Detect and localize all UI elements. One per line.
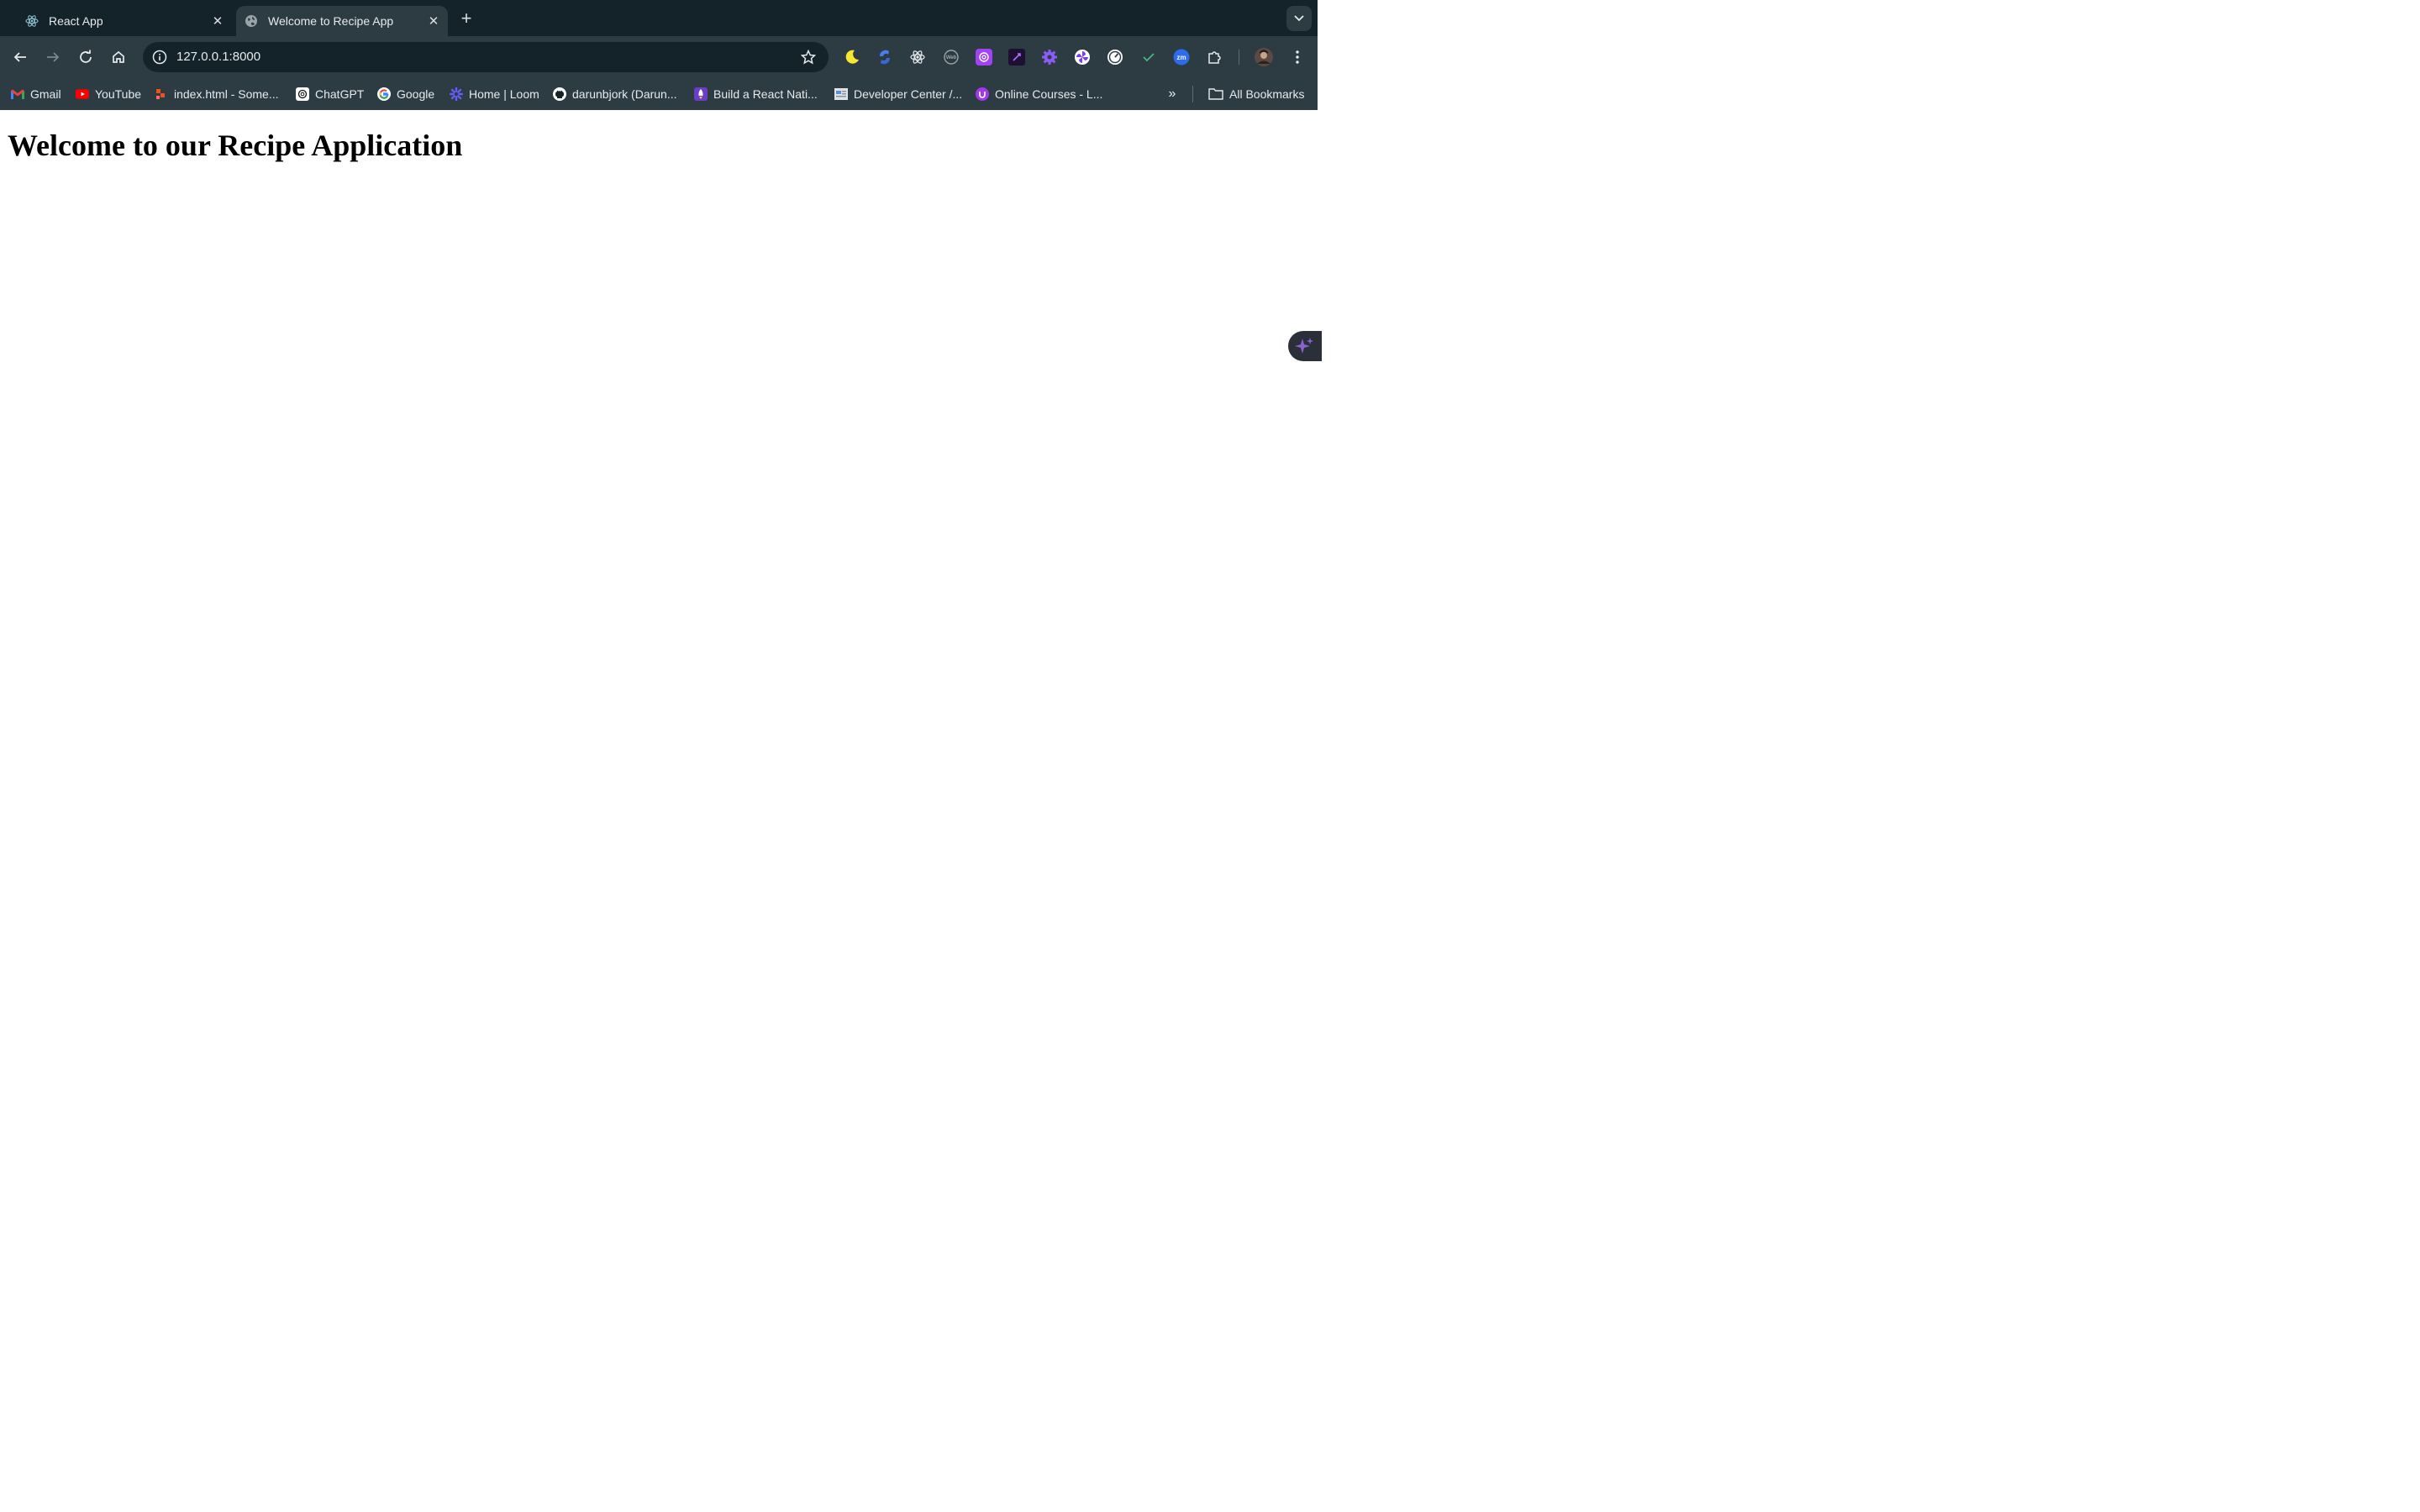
forward-button[interactable] [43, 47, 63, 67]
bookmark-star-icon[interactable] [800, 49, 817, 66]
react-icon [25, 14, 39, 28]
bookmark-label: Developer Center /... [854, 87, 963, 101]
bookmark-label: Home | Loom [469, 87, 539, 101]
browser-toolbar: 127.0.0.1:8000 Web zm [0, 36, 1318, 78]
bookmark-google[interactable]: Google [377, 86, 434, 102]
bookmark-developer-center[interactable]: Developer Center /... [834, 86, 962, 102]
dark-mode-moon-icon[interactable] [844, 49, 860, 66]
home-icon [113, 50, 124, 63]
figma-icon [155, 87, 168, 101]
developer-center-icon [834, 87, 848, 101]
bookmark-chatgpt[interactable]: ChatGPT [296, 86, 364, 102]
reload-button[interactable] [76, 47, 96, 67]
vue-check-icon[interactable] [1140, 49, 1157, 66]
bookmark-label: Google [397, 87, 435, 101]
bookmark-gmail[interactable]: Gmail [11, 86, 61, 102]
address-bar[interactable]: 127.0.0.1:8000 [143, 42, 829, 72]
browser-menu-icon[interactable] [1289, 49, 1306, 66]
bookmarks-separator [1192, 86, 1193, 102]
profile-avatar[interactable] [1255, 48, 1273, 66]
all-bookmarks-button[interactable]: All Bookmarks [1208, 86, 1304, 102]
globe-icon [245, 14, 258, 28]
bookmarks-bar: Gmail YouTube index.html - Some... ChatG… [0, 78, 1318, 110]
speedometer-icon[interactable] [1107, 49, 1123, 66]
tab-welcome-recipe[interactable]: Welcome to Recipe App ✕ [236, 6, 448, 36]
bookmark-github[interactable]: darunbjork (Darun... [553, 86, 677, 102]
tab-react-app[interactable]: React App ✕ [15, 6, 232, 36]
page-heading: Welcome to our Recipe Application [8, 129, 463, 162]
zoom-icon[interactable]: zm [1173, 49, 1190, 66]
back-button[interactable] [10, 47, 30, 67]
pinwheel-icon[interactable] [1074, 49, 1091, 66]
loom-icon [450, 87, 463, 101]
svg-text:Web: Web [946, 55, 957, 60]
bookmark-label: Gmail [30, 87, 61, 101]
new-tab-button[interactable]: + [456, 8, 476, 29]
udemy-icon [976, 87, 989, 101]
tab-title: Welcome to Recipe App [268, 14, 394, 28]
reload-icon [80, 50, 92, 63]
gmail-icon [11, 87, 24, 101]
youtube-icon [76, 87, 89, 101]
chevron-down-icon [1294, 15, 1304, 22]
bookmark-label: YouTube [95, 87, 142, 101]
bookmark-loom[interactable]: Home | Loom [450, 86, 539, 102]
tab-title: React App [49, 14, 103, 28]
chatgpt-icon [296, 87, 309, 101]
tab-search-button[interactable] [1286, 6, 1312, 31]
svg-text:zm: zm [1176, 54, 1186, 61]
ai-assistant-button[interactable] [1288, 331, 1322, 361]
bookmark-youtube[interactable]: YouTube [76, 86, 141, 102]
arrow-right-icon [47, 52, 60, 62]
bookmark-label: Online Courses - L... [995, 87, 1103, 101]
close-tab-icon[interactable]: ✕ [208, 11, 228, 31]
dark-extension-icon[interactable] [1008, 49, 1025, 66]
tab-strip: React App ✕ Welcome to Recipe App ✕ + [0, 0, 1318, 36]
rocket-icon [694, 87, 708, 101]
sparkle-icon [1295, 338, 1313, 354]
folder-icon [1208, 87, 1223, 101]
google-icon [377, 87, 391, 101]
url-text[interactable]: 127.0.0.1:8000 [176, 50, 260, 64]
blue-swirl-icon[interactable] [876, 49, 893, 66]
github-icon [553, 87, 566, 101]
bookmark-label: index.html - Some... [174, 87, 279, 101]
bookmark-label: Build a React Nati... [713, 87, 818, 101]
close-tab-icon[interactable]: ✕ [424, 11, 444, 31]
openai-icon[interactable] [976, 49, 992, 66]
bookmark-label: ChatGPT [315, 87, 365, 101]
bookmark-react-native[interactable]: Build a React Nati... [694, 86, 818, 102]
bookmark-label: darunbjork (Darun... [572, 87, 677, 101]
all-bookmarks-label: All Bookmarks [1229, 87, 1305, 101]
bookmark-index-html[interactable]: index.html - Some... [155, 86, 279, 102]
arrow-left-icon [13, 52, 26, 62]
bookmark-online-courses[interactable]: Online Courses - L... [976, 86, 1102, 102]
puzzle-icon[interactable] [1207, 49, 1223, 66]
more-bookmarks-chevron-icon[interactable]: » [1164, 86, 1181, 102]
site-info-icon[interactable] [151, 49, 168, 66]
gear-extension-icon[interactable] [1041, 49, 1058, 66]
react-devtools-icon[interactable] [909, 49, 926, 66]
home-button[interactable] [108, 47, 129, 67]
web-icon[interactable]: Web [943, 49, 960, 66]
